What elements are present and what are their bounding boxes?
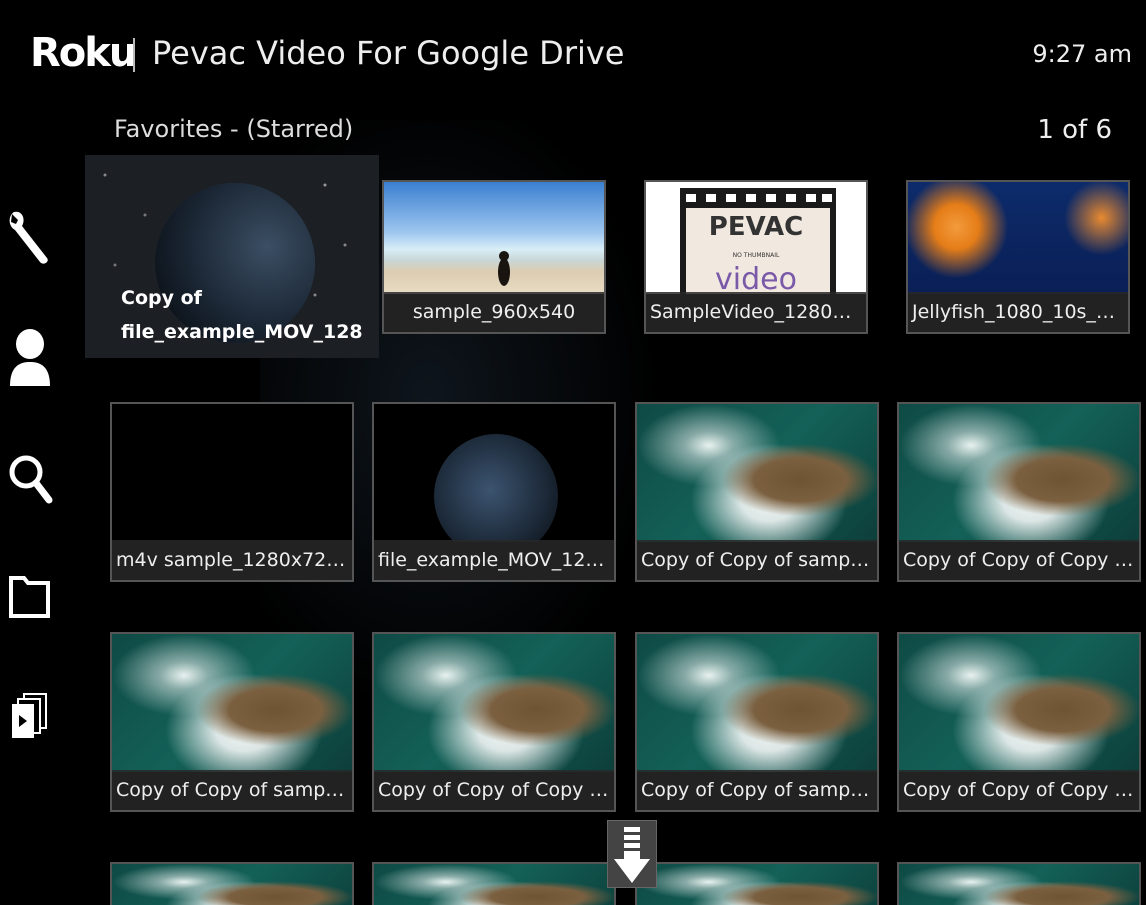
tile-caption: Copy of Copy of sample_... [637,540,877,580]
pevac-thumbnail: PEVAC NO THUMBNAIL video [646,182,866,297]
video-tile-focused[interactable]: Copy of file_example_MOV_128 [85,155,379,358]
ocean-thumbnail [637,404,877,542]
ocean-thumbnail [899,404,1139,542]
user-icon[interactable] [6,324,54,386]
tile-caption: sample_960x540 [384,292,604,332]
title-divider [133,38,135,72]
tile-caption: Jellyfish_1080_10s_30... [908,292,1128,332]
ocean-thumbnail [637,634,877,772]
video-tile[interactable]: file_example_MOV_1280... [372,402,616,582]
tile-caption: SampleVideo_1280x72... [646,292,866,332]
video-tile[interactable]: Copy of Copy of sample_... [635,632,879,812]
wrench-icon[interactable] [6,206,54,264]
ocean-thumbnail [112,864,352,905]
jellyfish-thumbnail [908,182,1128,294]
ocean-thumbnail [374,864,614,905]
search-icon[interactable] [6,448,54,504]
app-title: Pevac Video For Google Drive [152,34,625,72]
tile-caption: Copy of Copy of Copy of ... [899,540,1139,580]
ocean-thumbnail [899,634,1139,772]
video-tile-partial[interactable] [110,862,354,905]
video-tile[interactable]: Copy of Copy of sample_... [635,402,879,582]
clock: 9:27 am [1032,40,1132,68]
video-tile-partial[interactable] [635,862,879,905]
video-tile[interactable]: m4v sample_1280x720_s... [110,402,354,582]
tile-caption: Copy of Copy of Copy of ... [374,770,614,810]
folder-icon[interactable] [6,570,54,626]
video-tile-partial[interactable] [372,862,616,905]
earth-thumbnail [374,404,614,542]
video-tile[interactable]: Copy of Copy of Copy of ... [897,632,1141,812]
tile-caption: Copy of Copy of Copy of ... [899,770,1139,810]
video-tile[interactable]: Copy of Copy of sample_... [110,632,354,812]
video-tile[interactable]: sample_960x540 [382,180,606,334]
tile-caption: file_example_MOV_1280... [374,540,614,580]
video-tile-partial[interactable] [897,862,1141,905]
row-title: Favorites - (Starred) [114,115,354,143]
tile-caption: Copy of Copy of sample_... [637,770,877,810]
ocean-thumbnail [899,864,1139,905]
video-tile[interactable]: Copy of Copy of Copy of ... [372,632,616,812]
page-count: 1 of 6 [1037,115,1112,145]
ocean-thumbnail [112,634,352,772]
scroll-down-button[interactable] [607,820,657,888]
ocean-thumbnail [374,634,614,772]
video-tile[interactable]: Jellyfish_1080_10s_30... [906,180,1130,334]
pevac-logo-text: PEVAC [708,212,804,242]
video-tile[interactable]: PEVAC NO THUMBNAIL video SampleVideo_128… [644,180,868,334]
playlist-icon[interactable] [6,690,54,746]
header: Roku Pevac Video For Google Drive 9:27 a… [0,0,1146,110]
arrow-down-icon [614,827,650,883]
ocean-thumbnail [637,864,877,905]
tile-caption: m4v sample_1280x720_s... [112,540,352,580]
beach-thumbnail [384,182,604,294]
roku-logo: Roku [30,30,137,76]
no-thumbnail-text: NO THUMBNAIL [732,252,780,259]
black-thumbnail [112,404,352,542]
tile-caption-line1: Copy of [121,287,202,309]
video-tile[interactable]: Copy of Copy of Copy of ... [897,402,1141,582]
tile-caption: Copy of Copy of sample_... [112,770,352,810]
tile-caption-line2: file_example_MOV_128 [121,321,363,343]
